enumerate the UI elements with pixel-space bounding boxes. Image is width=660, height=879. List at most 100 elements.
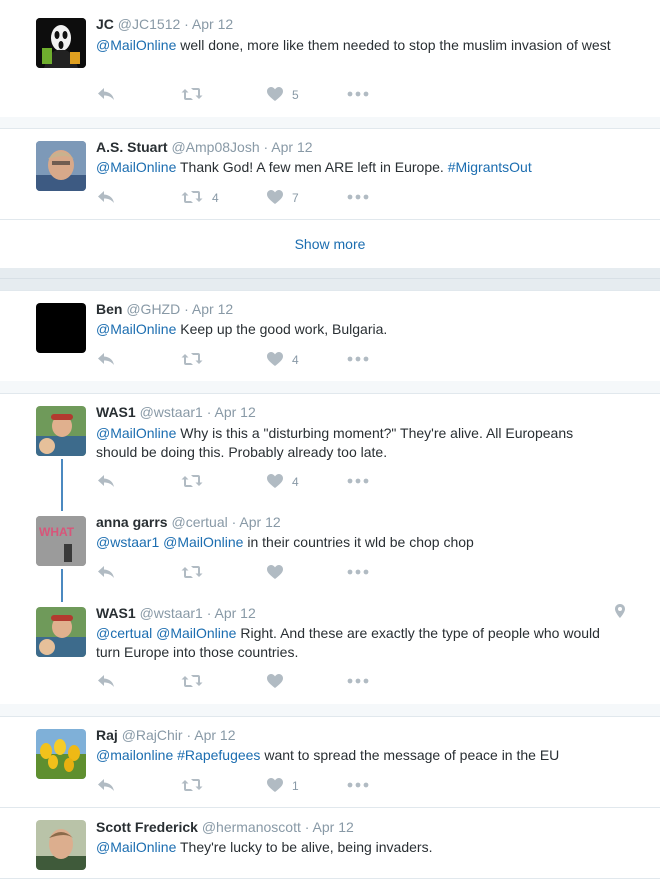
reply-icon [96,777,116,793]
like-button[interactable] [266,351,284,367]
tweet-date[interactable]: · Apr 12 [232,514,281,530]
tweet-header: Ben @GHZD · Apr 12 [96,301,233,317]
reply-icon [96,673,116,689]
more-icon [347,194,369,200]
tweet-date[interactable]: · Apr 12 [184,301,233,317]
more-button[interactable] [347,478,369,484]
more-button[interactable] [347,569,369,575]
avatar[interactable] [36,820,86,870]
tweet-text: @MailOnline Why is this a "disturbing mo… [96,425,574,460]
user-name[interactable]: WAS1 [96,605,136,621]
retweet-button[interactable] [181,86,203,102]
like-count: 5 [292,88,299,102]
avatar[interactable] [36,729,86,779]
mention-link[interactable]: @mailonline [96,747,173,763]
avatar[interactable] [36,607,86,657]
tweet-text: @wstaar1 @MailOnline in their countries … [96,534,474,550]
avatar-image: WHAT [36,516,86,566]
user-handle[interactable]: @certual [171,514,227,530]
avatar[interactable] [36,303,86,353]
mention-link[interactable]: @MailOnline [96,321,176,337]
mention-link[interactable]: @MailOnline [96,425,176,441]
location-button[interactable] [614,603,626,619]
more-button[interactable] [347,91,369,97]
retweet-button[interactable] [181,564,203,580]
reply-icon [96,351,116,367]
reply-button[interactable] [96,351,116,367]
mention-link[interactable]: @MailOnline [96,839,176,855]
conversation-gap [0,268,660,290]
reply-icon [96,189,116,205]
like-button[interactable] [266,777,284,793]
retweet-icon [181,351,203,367]
show-more-link[interactable]: Show more [0,236,660,252]
tweet-text: @MailOnline Keep up the good work, Bulga… [96,321,388,337]
reply-button[interactable] [96,473,116,489]
like-button[interactable] [266,564,284,580]
tweet-date[interactable]: · Apr 12 [186,727,235,743]
like-count: 4 [292,353,299,367]
avatar[interactable]: WHAT [36,516,86,566]
more-button[interactable] [347,678,369,684]
user-handle[interactable]: @JC1512 [118,16,180,32]
more-button[interactable] [347,782,369,788]
mention-link[interactable]: @MailOnline [96,37,176,53]
location-pin-icon [615,604,625,618]
retweet-button[interactable] [181,473,203,489]
user-name[interactable]: Raj [96,727,118,743]
tweet-date[interactable]: · Apr 12 [207,605,256,621]
more-button[interactable] [347,194,369,200]
tweet-date[interactable]: · Apr 12 [207,404,256,420]
avatar-image [36,820,86,870]
user-name[interactable]: anna garrs [96,514,168,530]
user-handle[interactable]: @wstaar1 [140,605,203,621]
user-name[interactable]: JC [96,16,114,32]
reply-button[interactable] [96,673,116,689]
avatar[interactable] [36,406,86,456]
like-button[interactable] [266,189,284,205]
gap-line [0,278,660,279]
tweet-text: @MailOnline well done, more like them ne… [96,37,611,53]
reply-button[interactable] [96,564,116,580]
mention-link[interactable]: @wstaar1 @MailOnline [96,534,243,550]
like-button[interactable] [266,673,284,689]
like-button[interactable] [266,86,284,102]
mention-link[interactable]: @certual @MailOnline [96,625,236,641]
hashtag-link[interactable]: #Rapefugees [177,747,260,763]
retweet-button[interactable] [181,189,203,205]
retweet-button[interactable] [181,777,203,793]
user-handle[interactable]: @hermanoscott [202,819,301,835]
like-count: 7 [292,191,299,205]
tweet-text: @mailonline #Rapefugees want to spread t… [96,747,560,763]
avatar[interactable] [36,141,86,191]
avatar[interactable] [36,18,86,68]
avatar-image [36,607,86,657]
reply-icon [96,473,116,489]
user-handle[interactable]: @wstaar1 [140,404,203,420]
like-button[interactable] [266,473,284,489]
user-handle[interactable]: @Amp08Josh [171,139,259,155]
user-name[interactable]: Ben [96,301,122,317]
user-name[interactable]: WAS1 [96,404,136,420]
more-icon [347,678,369,684]
tweet-date[interactable]: · Apr 12 [184,16,233,32]
tweet-date[interactable]: · Apr 12 [264,139,313,155]
tweet-header: Raj @RajChir · Apr 12 [96,727,236,743]
user-name[interactable]: A.S. Stuart [96,139,168,155]
tweet-date[interactable]: · Apr 12 [305,819,354,835]
mention-link[interactable]: @MailOnline [96,159,176,175]
more-icon [347,356,369,362]
reply-button[interactable] [96,189,116,205]
retweet-button[interactable] [181,673,203,689]
more-button[interactable] [347,356,369,362]
avatar-image [36,18,86,68]
retweet-button[interactable] [181,351,203,367]
tweet-header: anna garrs @certual · Apr 12 [96,514,281,530]
user-handle[interactable]: @RajChir [122,727,183,743]
user-name[interactable]: Scott Frederick [96,819,198,835]
hashtag-link[interactable]: #MigrantsOut [448,159,532,175]
reply-button[interactable] [96,86,116,102]
user-handle[interactable]: @GHZD [126,301,180,317]
reply-button[interactable] [96,777,116,793]
retweet-count: 4 [212,191,219,205]
